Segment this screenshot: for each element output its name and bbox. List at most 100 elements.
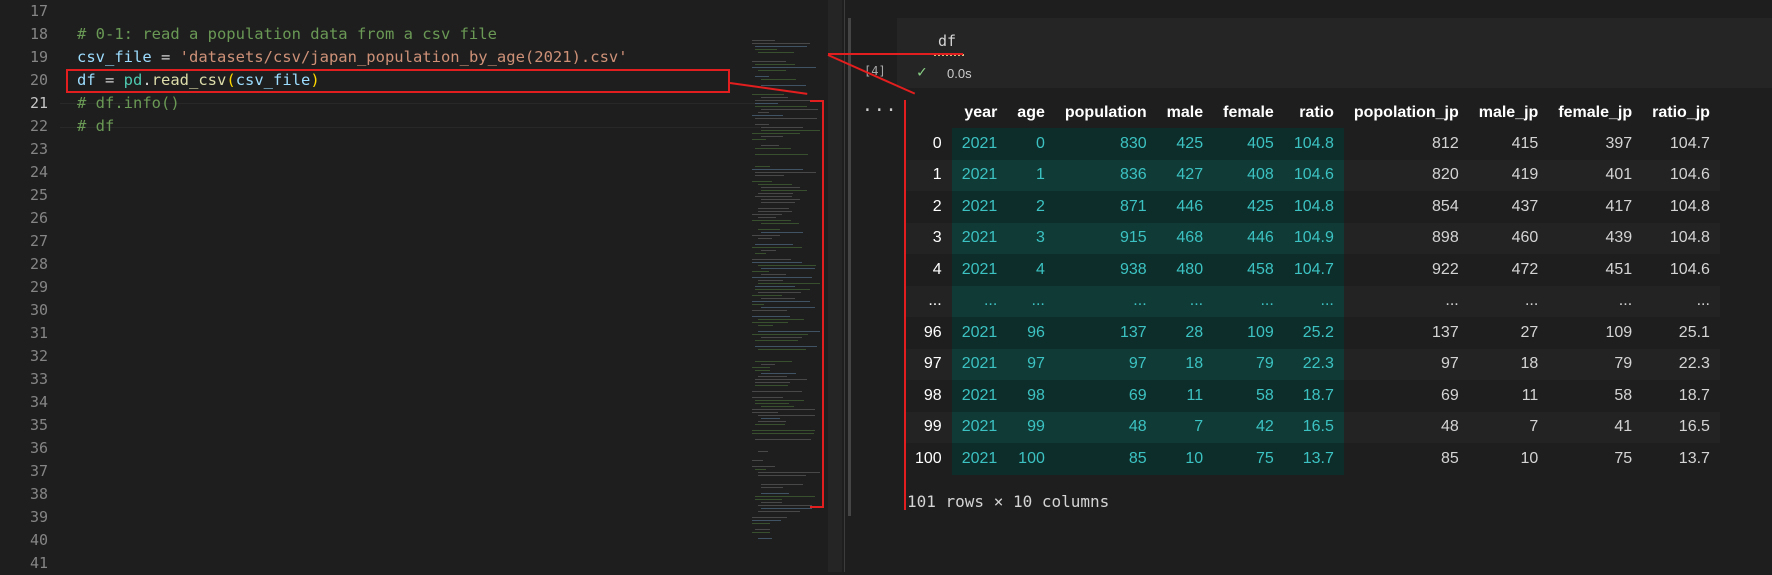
annotation-bracket-top [810, 100, 824, 102]
code-editor[interactable]: 17 18 # 0-1: read a population data from a… [0, 0, 760, 572]
minimap[interactable] [752, 40, 828, 570]
minimap-line [758, 265, 816, 266]
minimap-line [755, 379, 807, 380]
table-cell: 419 [1468, 159, 1549, 191]
table-cell: 7 [1468, 411, 1549, 443]
editor-line[interactable]: 34 [0, 391, 740, 414]
minimap-line [752, 94, 784, 95]
minimap-line [755, 403, 789, 404]
table-cell: 468 [1156, 222, 1214, 254]
line-number: 19 [29, 48, 48, 66]
minimap-line [761, 274, 786, 275]
table-cell: 18 [1156, 348, 1214, 380]
editor-line[interactable]: 38 [0, 483, 740, 506]
minimap-line [752, 139, 766, 140]
minimap-line [755, 175, 784, 176]
minimap-line [758, 325, 773, 326]
column-header: female_jp [1558, 104, 1633, 121]
minimap-line [752, 67, 816, 68]
code-token: # 0-1: read a population data from a csv… [77, 25, 497, 43]
editor-line[interactable]: 26 [0, 207, 740, 230]
editor-line[interactable]: 21 # df.info() [0, 92, 740, 115]
minimap-line [761, 298, 795, 299]
editor-line[interactable]: 28 [0, 253, 740, 276]
minimap-line [752, 61, 786, 62]
minimap-line [761, 250, 776, 251]
minimap-line [758, 475, 806, 476]
minimap-line [755, 154, 808, 155]
table-cell: 405 [1213, 128, 1284, 160]
editor-line[interactable]: 32 [0, 345, 740, 368]
check-icon: ✓ [917, 62, 927, 81]
editor-line[interactable]: 30 [0, 299, 740, 322]
column-header: male [1166, 104, 1204, 121]
table-cell: ... [1548, 285, 1643, 317]
table-cell: 458 [1213, 254, 1284, 286]
line-code: # 0-1: read a population data from a csv… [77, 23, 497, 46]
table-cell: 25.2 [1283, 317, 1344, 349]
editor-line[interactable]: 27 [0, 230, 740, 253]
minimap-line [758, 238, 772, 239]
minimap-line [758, 331, 820, 332]
minimap-line [752, 133, 800, 134]
editor-line[interactable]: 22 # df [0, 115, 740, 138]
table-cell: 425 [1156, 128, 1214, 160]
minimap-line [758, 280, 783, 281]
minimap-line [752, 181, 772, 182]
table-cell: 1 [1007, 159, 1055, 191]
editor-line[interactable]: 18 # 0-1: read a population data from a c… [0, 23, 740, 46]
cell-code[interactable]: df [938, 32, 956, 50]
minimap-line [755, 244, 793, 245]
table-row: 1 2021 1 836 427 408 104.6 820 419 401 104.6 [905, 159, 1720, 191]
minimap-line [752, 523, 770, 524]
editor-line[interactable]: 24 [0, 161, 740, 184]
editor-line[interactable]: 31 [0, 322, 740, 345]
column-header: female [1223, 104, 1274, 121]
minimap-line [752, 460, 763, 461]
editor-line[interactable]: 37 [0, 460, 740, 483]
editor-line[interactable]: 40 [0, 529, 740, 552]
table-cell: 2021 [951, 128, 1008, 160]
output-menu-button[interactable]: ... [862, 95, 898, 116]
line-number: 32 [29, 347, 48, 365]
table-cell: 16.5 [1283, 411, 1344, 443]
minimap-line [761, 364, 775, 365]
editor-line[interactable]: 25 [0, 184, 740, 207]
line-number: 30 [29, 301, 48, 319]
editor-scrollbar[interactable] [828, 0, 842, 572]
editor-line[interactable]: 35 [0, 414, 740, 437]
annotation-bracket-left [822, 102, 824, 508]
table-cell: 2021 [951, 443, 1008, 475]
column-header: age [1017, 104, 1045, 121]
minimap-line [755, 124, 769, 125]
table-cell: 104.7 [1669, 134, 1710, 152]
minimap-line [755, 46, 807, 47]
line-number: 22 [29, 117, 48, 135]
minimap-line [758, 538, 772, 539]
minimap-line [752, 520, 781, 521]
minimap-line [758, 52, 794, 53]
table-cell: 79 [1548, 348, 1643, 380]
minimap-line [752, 433, 814, 434]
editor-line[interactable]: 29 [0, 276, 740, 299]
execution-time: 0.0s [947, 66, 972, 81]
table-cell: 446 [1213, 222, 1284, 254]
editor-line[interactable]: 17 [0, 0, 740, 23]
editor-line[interactable]: 23 [0, 138, 740, 161]
minimap-line [755, 424, 785, 425]
minimap-line [755, 439, 811, 440]
table-cell: 11 [1521, 386, 1539, 404]
editor-line[interactable]: 39 [0, 506, 740, 529]
cell-focus-bar [848, 18, 851, 516]
table-cell: 4 [1007, 254, 1055, 286]
editor-line[interactable]: 33 [0, 368, 740, 391]
editor-line[interactable]: 36 [0, 437, 740, 460]
cell-input-area[interactable] [897, 18, 1772, 88]
table-cell: 104.6 [1283, 159, 1344, 191]
minimap-line [761, 187, 800, 188]
editor-line[interactable]: 19 csv_file = 'datasets/csv/japan_populat… [0, 46, 740, 69]
minimap-line [758, 349, 806, 350]
table-cell: 18 [1468, 348, 1549, 380]
table-cell: 898 [1343, 222, 1469, 254]
table-cell: 427 [1156, 159, 1214, 191]
